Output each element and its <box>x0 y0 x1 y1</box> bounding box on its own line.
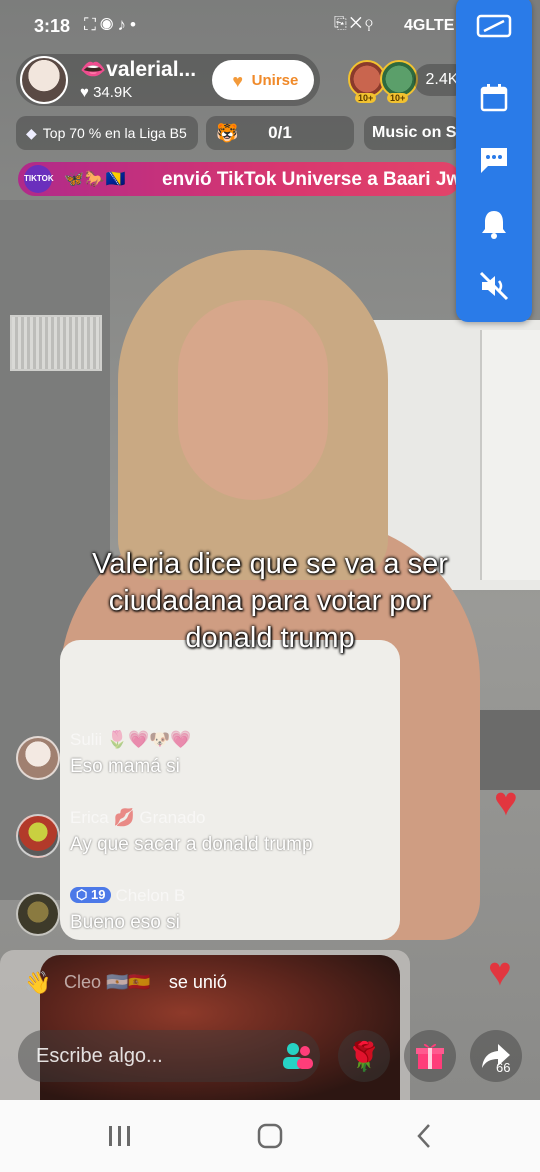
goal-pill[interactable]: 🐯 0/1 <box>206 116 354 150</box>
host-name[interactable]: 👄valerial... <box>80 58 196 82</box>
goal-progress: 0/1 <box>268 123 292 142</box>
comment-avatar[interactable] <box>16 892 60 936</box>
gift-icon <box>416 1043 444 1069</box>
caption-line-1: Valeria dice que se va a ser <box>92 548 448 580</box>
music-pill[interactable]: Music on S <box>364 116 460 150</box>
join-button-label: Unirse <box>251 72 299 89</box>
share-count: 66 <box>496 1060 511 1075</box>
gift-button[interactable] <box>404 1030 456 1082</box>
comment-username-text: Chelon B <box>115 886 186 905</box>
comment-username[interactable]: ⬡ 19 Chelon B <box>70 886 185 906</box>
comment-username[interactable]: Sulii 🌷💗🐶💗 <box>70 730 192 750</box>
status-time: 3:18 <box>34 16 71 36</box>
android-navigation-bar <box>0 1100 540 1172</box>
heart-icon: ♥ <box>80 84 94 101</box>
rose-icon: 🌹 <box>346 1040 382 1072</box>
join-notification: 👋 Cleo 🇦🇷🇪🇸 se unió <box>24 970 227 995</box>
caption-line-2: ciudadana para votar por <box>108 585 432 617</box>
viewer-level-badge: 10+ <box>355 93 377 103</box>
chat-icon[interactable] <box>474 140 514 180</box>
system-icons: ⎘✕⚲ <box>334 15 376 32</box>
host-name-text: valerial... <box>106 58 197 81</box>
home-icon <box>257 1123 283 1149</box>
streamer-face <box>178 300 328 500</box>
join-button[interactable]: ♥ Unirse <box>212 60 314 100</box>
video-caption: Valeria dice que se va a ser ciudadana p… <box>60 546 480 657</box>
kitchen-cabinet-door <box>480 330 540 580</box>
floating-side-panel <box>456 0 532 322</box>
waving-hand-icon: 👋 <box>24 970 52 995</box>
host-likes: ♥ 34.9K <box>80 84 132 101</box>
gift-banner[interactable]: TIKTOK LIVE 🦋🐎🇧🇦 envió TikTok Universe a… <box>18 162 460 196</box>
chat-comment[interactable]: Erica 💋 Granado Ay que sacar a donald tr… <box>16 808 436 868</box>
comment-avatar[interactable] <box>16 814 60 858</box>
comment-message: Eso mamá si <box>70 756 180 777</box>
screen-record-icon[interactable] <box>474 6 514 46</box>
diamond-icon: ◆ <box>26 125 37 141</box>
calendar-icon[interactable] <box>474 78 514 118</box>
floating-heart-icon: ♥ <box>488 950 512 994</box>
tiktok-live-badge: TIKTOK LIVE <box>24 165 54 193</box>
bell-icon[interactable] <box>474 204 514 244</box>
viewer-level-badge: 10+ <box>387 93 409 103</box>
recent-apps-button[interactable] <box>90 1116 150 1156</box>
mute-icon[interactable] <box>474 266 514 306</box>
chat-comment[interactable]: Sulii 🌷💗🐶💗 Eso mamá si <box>16 730 436 790</box>
tiger-icon: 🐯 <box>216 123 239 143</box>
comment-message: Bueno eso si <box>70 912 180 933</box>
guests-button[interactable] <box>272 1030 324 1082</box>
people-icon <box>283 1043 313 1069</box>
comment-message: Ay que sacar a donald trump <box>70 834 313 855</box>
recent-apps-icon <box>109 1126 130 1146</box>
user-level-number: 19 <box>90 887 106 902</box>
notification-icons: ⛶◉♪• <box>84 15 140 34</box>
host-likes-count: 34.9K <box>93 84 133 101</box>
lips-icon: 👄 <box>80 58 107 81</box>
air-vent <box>10 315 102 371</box>
league-rank-pill[interactable]: ◆ Top 70 % en la Liga B5 <box>16 116 198 150</box>
comment-avatar[interactable] <box>16 736 60 780</box>
heart-plus-icon: ♥ <box>232 71 243 91</box>
back-icon <box>417 1124 430 1148</box>
joined-text: se unió <box>168 972 227 992</box>
host-avatar[interactable] <box>20 56 68 104</box>
back-button[interactable] <box>394 1116 454 1156</box>
gift-banner-text: envió TikTok Universe a Baari Jw <box>162 169 460 190</box>
top-viewer-avatar-2[interactable]: 10+ <box>380 60 418 103</box>
comment-username[interactable]: Erica 💋 Granado <box>70 808 206 828</box>
league-rank-text: Top 70 % en la Liga B5 <box>42 125 187 141</box>
caption-line-3: donald trump <box>185 622 355 654</box>
gift-sender-emojis: 🦋🐎🇧🇦 <box>64 171 127 188</box>
home-button[interactable] <box>240 1116 300 1156</box>
floating-heart-icon: ♥ <box>494 780 518 824</box>
shield-icon: ⬡ <box>76 887 91 902</box>
music-text: Music on S <box>372 124 457 141</box>
joined-username[interactable]: Cleo 🇦🇷🇪🇸 <box>64 972 151 992</box>
chat-comment[interactable]: ⬡ 19 Chelon B Bueno eso si <box>16 886 436 946</box>
user-level-badge: ⬡ 19 <box>70 887 112 903</box>
rose-gift-button[interactable]: 🌹 <box>338 1030 390 1082</box>
network-indicator: 4GLTE <box>404 17 455 34</box>
